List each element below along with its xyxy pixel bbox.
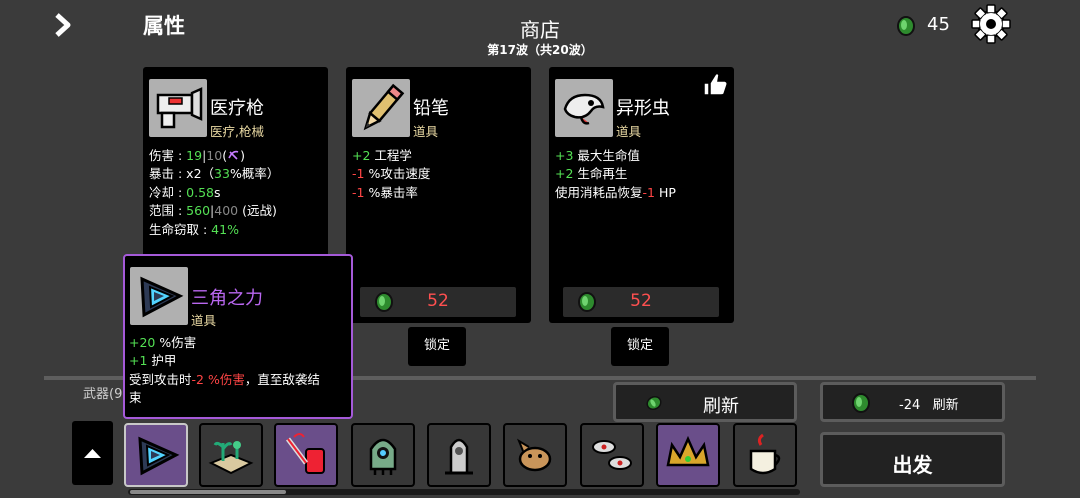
item-name: 医疗枪 xyxy=(210,98,264,119)
alien-pod-icon xyxy=(369,438,397,475)
shop-item-card[interactable]: 铅笔 道具 +2 工程学 -1 %攻击速度 -1 %暴击率 52 xyxy=(346,67,531,323)
effect-line: 束 xyxy=(129,390,142,405)
go-label: 出发 xyxy=(892,453,933,477)
lock-button[interactable]: 锁定 xyxy=(408,327,466,366)
weapons-label: 武器(9 xyxy=(83,387,123,402)
item-type: 道具 xyxy=(413,124,439,139)
shop-title: 商店 xyxy=(520,18,560,42)
weapon-card[interactable]: 医疗枪 医疗,枪械 伤害 : 19|10() 暴击 : x2（33%概率） 冷却… xyxy=(143,67,328,257)
triangle-of-power-icon xyxy=(138,436,180,476)
item-type: 医疗,枪械 xyxy=(210,124,264,139)
lock-button[interactable]: 锁定 xyxy=(611,327,669,366)
inventory-slot[interactable] xyxy=(427,423,491,487)
triangle-of-power-icon xyxy=(140,276,184,318)
item-portrait xyxy=(130,267,188,325)
inventory-slot[interactable] xyxy=(124,423,188,487)
medical-gun-icon xyxy=(156,87,203,129)
buy-button[interactable]: 52 xyxy=(563,287,719,317)
effect-line: 受到攻击时-2 %伤害，直至敌袭结 xyxy=(129,372,320,387)
stat-range: 范围 : 560|400 (远战) xyxy=(149,203,277,218)
materials-count: 45 xyxy=(927,14,950,35)
item-portrait xyxy=(149,79,207,137)
reroll-button[interactable]: 刷新 xyxy=(613,382,797,422)
item-price: 52 xyxy=(630,291,652,311)
item-portrait xyxy=(555,79,613,137)
pet-dog-icon xyxy=(516,438,552,472)
stat-cooldown: 冷却 : 0.58s xyxy=(149,185,221,200)
alien-worm-icon xyxy=(563,93,605,125)
stat-damage: 伤害 : 19|10() xyxy=(149,148,245,163)
rocket-statue-icon xyxy=(445,438,473,475)
item-price: 52 xyxy=(427,291,449,311)
inventory-slot[interactable] xyxy=(503,423,567,487)
ranged-damage-icon xyxy=(228,150,239,160)
inventory-slot[interactable] xyxy=(580,423,644,487)
reroll-cost-button[interactable]: -24 刷新 xyxy=(820,382,1005,422)
stat-crit: 暴击 : x2（33%概率） xyxy=(149,166,280,181)
stat-lifesteal: 生命窃取 : 41% xyxy=(149,222,239,237)
triangle-up-icon xyxy=(84,449,101,458)
material-coin-icon xyxy=(852,393,870,413)
pencil-icon xyxy=(363,83,405,131)
effect-line: +3 最大生命值 xyxy=(555,148,640,163)
inventory-slot[interactable] xyxy=(733,423,797,487)
inventory-slot[interactable] xyxy=(656,423,720,487)
effect-line: -1 %攻击速度 xyxy=(352,166,431,181)
item-tooltip: 三角之力 道具 +20 %伤害 +1 护甲 受到攻击时-2 %伤害，直至敌袭结 … xyxy=(123,254,353,419)
material-coin-icon xyxy=(897,16,915,36)
item-type: 道具 xyxy=(616,124,642,139)
inventory-slot[interactable] xyxy=(351,423,415,487)
effect-line: -1 %暴击率 xyxy=(352,185,418,200)
effect-line: +1 护甲 xyxy=(129,353,177,368)
effect-line: +2 生命再生 xyxy=(555,166,628,181)
scrollbar-thumb[interactable] xyxy=(130,490,286,494)
spiked-crown-icon xyxy=(666,435,710,467)
garden-icon xyxy=(208,441,254,475)
item-name: 三角之力 xyxy=(191,288,263,309)
coffee-cup-icon xyxy=(749,433,781,475)
gear-icon[interactable] xyxy=(970,3,1012,45)
item-name: 铅笔 xyxy=(413,98,449,119)
effect-line: +2 工程学 xyxy=(352,148,412,163)
inventory-slot[interactable] xyxy=(199,423,263,487)
reroll-label: 刷新 xyxy=(703,396,739,417)
expand-inventory-button[interactable] xyxy=(72,421,113,485)
item-portrait xyxy=(352,79,410,137)
shop-item-card[interactable]: 异形虫 道具 +3 最大生命值 +2 生命再生 使用消耗品恢复-1 HP 52 xyxy=(549,67,734,323)
buy-button[interactable]: 52 xyxy=(360,287,516,317)
inventory-slot[interactable] xyxy=(274,423,338,487)
item-type: 道具 xyxy=(191,313,217,328)
go-button[interactable]: 出发 xyxy=(820,432,1005,487)
effect-line: 使用消耗品恢复-1 HP xyxy=(555,185,676,200)
wave-counter: 第17波（共20波） xyxy=(487,43,593,57)
item-name: 异形虫 xyxy=(616,98,670,119)
reroll-cost: -24 刷新 xyxy=(899,398,959,413)
blood-bag-syringe-icon xyxy=(286,433,325,474)
spinning-tops-icon xyxy=(592,440,632,470)
effect-line: +20 %伤害 xyxy=(129,335,197,350)
thumbs-up-icon xyxy=(703,72,728,96)
